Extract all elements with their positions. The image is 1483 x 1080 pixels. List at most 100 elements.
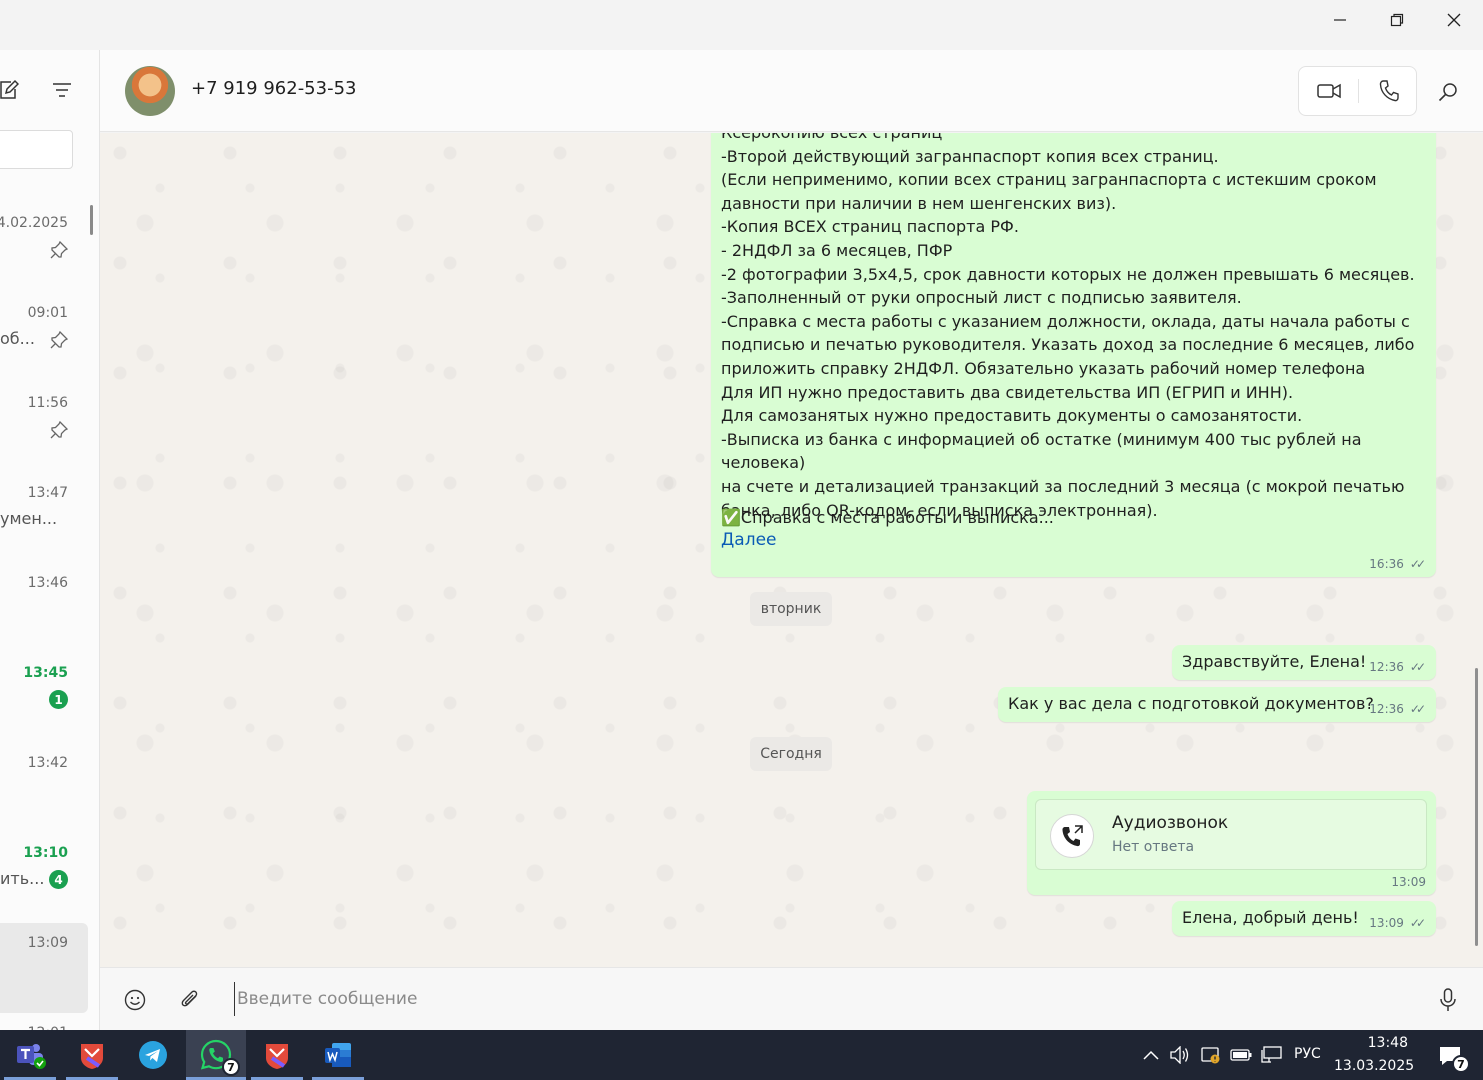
chat-list-item-time: 09:01	[27, 305, 68, 321]
chat-list-item[interactable]: 13:42	[0, 743, 88, 833]
search-in-chat-button[interactable]	[1434, 78, 1462, 106]
chat-list-item-snippet: умен...	[0, 509, 58, 528]
video-camera-icon	[1316, 83, 1341, 99]
tray-network[interactable]	[1260, 1043, 1284, 1067]
taskbar-app-teams[interactable]	[4, 1030, 56, 1080]
restore-icon	[1390, 13, 1404, 27]
minimize-button[interactable]	[1312, 0, 1368, 40]
contact-avatar[interactable]	[125, 66, 175, 116]
unread-count-badge: 1	[49, 690, 68, 709]
chat-list-item[interactable]: 12:01	[0, 1013, 88, 1030]
chat-list-item[interactable]: 11:56	[0, 383, 88, 473]
chat-search-input[interactable]	[0, 130, 73, 169]
tray-battery[interactable]	[1229, 1043, 1253, 1067]
pin-icon	[50, 420, 69, 439]
attach-button[interactable]	[177, 987, 203, 1013]
new-chat-button[interactable]	[0, 78, 20, 102]
chat-list-item[interactable]: 09:01 об...	[0, 293, 88, 383]
delivered-ticks-icon: ✓✓	[1409, 702, 1426, 716]
messages-scrollbar[interactable]	[1475, 668, 1478, 946]
message-bubble-greeting[interactable]: Здравствуйте, Елена! 12:36 ✓✓	[1172, 645, 1436, 680]
taskbar-app-browser[interactable]	[66, 1030, 118, 1080]
monitor-badge-icon	[1201, 1047, 1220, 1064]
taskbar-app-whatsapp[interactable]: 7	[186, 1030, 246, 1080]
filter-button[interactable]	[50, 78, 74, 102]
chat-list-item-snippet: ить...	[0, 869, 45, 888]
compose-icon	[0, 79, 19, 99]
taskbar-app-browser-2[interactable]	[251, 1030, 303, 1080]
whatsapp-unread-badge: 7	[222, 1058, 240, 1076]
message-area[interactable]: Ксерокопию всех страниц -Второй действую…	[100, 133, 1483, 967]
video-call-button[interactable]	[1299, 67, 1358, 115]
microphone-icon	[1440, 988, 1456, 1011]
taskbar-app-word[interactable]	[312, 1030, 364, 1080]
message-meta: 12:36 ✓✓	[1369, 660, 1426, 674]
chat-list-item[interactable]: 13:45 1	[0, 653, 88, 743]
search-icon	[1438, 83, 1457, 102]
message-meta: 12:36 ✓✓	[1369, 702, 1426, 716]
browser-icon	[81, 1044, 103, 1069]
chat-list-panel: 04.02.2025 09:01 об... 11:5613:47умен... 13:…	[0, 50, 100, 1030]
tray-clock-time[interactable]: 13:48	[1340, 1035, 1408, 1051]
compose-bar	[100, 967, 1483, 1030]
chevron-up-icon	[1143, 1050, 1159, 1060]
chat-list-item-time: 13:45	[23, 665, 68, 681]
window-title-bar	[0, 0, 1483, 50]
filter-icon	[53, 83, 71, 97]
chat-list-item[interactable]: 04.02.2025	[0, 203, 88, 293]
minimize-icon	[1334, 19, 1346, 21]
chat-list-scrollbar[interactable]	[90, 205, 93, 235]
close-icon	[1447, 13, 1461, 27]
message-text: Как у вас дела с подготовкой документов?	[1008, 694, 1374, 713]
message-input[interactable]	[234, 982, 1414, 1016]
message-bubble-hello[interactable]: Елена, добрый день! 13:09 ✓✓	[1172, 901, 1436, 936]
message-bubble-requirements[interactable]: Ксерокопию всех страниц -Второй действую…	[711, 133, 1436, 577]
audio-call-button[interactable]	[1359, 67, 1418, 115]
delivered-ticks-icon: ✓✓	[1409, 557, 1426, 571]
pin-icon	[50, 240, 69, 259]
outgoing-call-icon	[1062, 825, 1083, 847]
call-card-icon-circle	[1050, 814, 1094, 858]
phone-icon	[1379, 80, 1399, 102]
message-bubble-documents[interactable]: Как у вас дела с подготовкой документов?…	[998, 687, 1436, 722]
message-text: Елена, добрый день!	[1182, 908, 1359, 927]
message-time: 12:36	[1369, 702, 1404, 716]
battery-icon	[1230, 1049, 1252, 1061]
call-card-status: Нет ответа	[1112, 839, 1195, 855]
chat-list-item-snippet: об...	[0, 329, 35, 348]
close-button[interactable]	[1426, 0, 1482, 40]
tray-clock-date[interactable]: 13.03.2025	[1334, 1058, 1414, 1074]
chat-list-item[interactable]: 13:09	[0, 923, 88, 1013]
message-text: Здравствуйте, Елена!	[1182, 652, 1367, 671]
chat-list-item-time: 13:09	[27, 935, 68, 951]
read-more-link[interactable]: Далее	[721, 530, 776, 550]
message-bubble-audio-call[interactable]: Аудиозвонок Нет ответа 13:09	[1027, 791, 1436, 895]
speaker-icon	[1170, 1046, 1189, 1064]
tray-input-language[interactable]: РУС	[1294, 1046, 1321, 1062]
chat-list-item-time: 13:46	[27, 575, 68, 591]
taskbar-app-telegram[interactable]	[127, 1030, 179, 1080]
voice-message-button[interactable]	[1435, 987, 1461, 1013]
tray-overflow-button[interactable]	[1139, 1043, 1163, 1067]
call-card[interactable]: Аудиозвонок Нет ответа	[1035, 799, 1427, 870]
call-buttons-group	[1298, 66, 1417, 116]
message-meta: 13:09	[1391, 875, 1426, 889]
notification-center-button[interactable]: 7	[1432, 1041, 1470, 1073]
restore-button[interactable]	[1369, 0, 1425, 40]
contact-name[interactable]: +7 919 962-53-53	[191, 78, 357, 99]
tray-volume[interactable]	[1168, 1043, 1192, 1067]
chat-list-item[interactable]: 13:10 ить... 4	[0, 833, 88, 923]
message-text: Ксерокопию всех страниц -Второй действую…	[721, 133, 1415, 520]
chat-list-item-time: 04.02.2025	[0, 215, 68, 231]
emoji-button[interactable]	[122, 987, 148, 1013]
network-icon	[1261, 1046, 1282, 1063]
message-meta: 16:36 ✓✓	[1369, 557, 1426, 571]
call-card-title: Аудиозвонок	[1112, 813, 1229, 833]
pin-icon	[50, 330, 69, 349]
message-meta: 13:09 ✓✓	[1369, 916, 1426, 930]
paperclip-icon	[181, 990, 198, 1007]
telegram-icon	[139, 1041, 167, 1069]
chat-list-item[interactable]: 13:47 умен...	[0, 473, 88, 563]
tray-app-indicator[interactable]	[1199, 1043, 1223, 1067]
chat-list-item[interactable]: 13:46	[0, 563, 88, 653]
